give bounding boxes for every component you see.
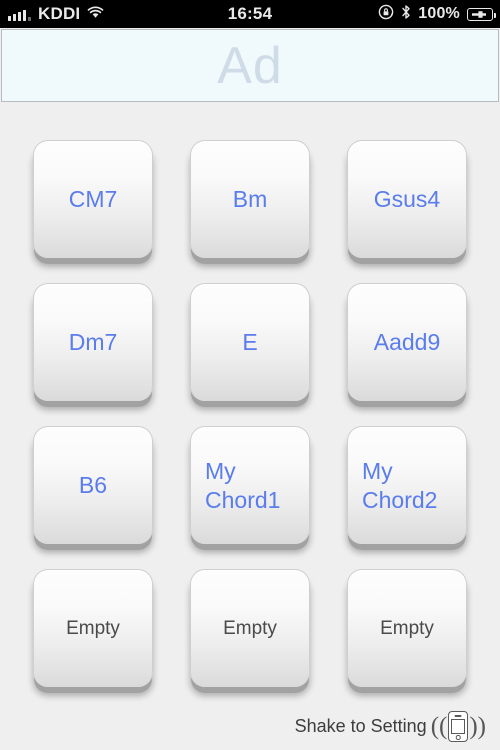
chord-button[interactable]: Aadd9 (347, 283, 467, 401)
ad-banner-label: Ad (217, 36, 283, 95)
chord-button-label: Empty (380, 617, 434, 639)
battery-charging-icon (467, 7, 496, 21)
chord-button[interactable]: CM7 (33, 140, 153, 258)
chord-button-empty[interactable]: Empty (33, 569, 153, 687)
chord-button-label: Empty (66, 617, 120, 639)
phone-home-button-icon (456, 735, 461, 740)
shake-wave-left: (( (430, 713, 448, 740)
chord-button-grid: CM7 Bm Gsus4 Dm7 E Aadd9 B6 My Chord1 My Chord2 E… (33, 140, 467, 687)
chord-button[interactable]: B6 (33, 426, 153, 544)
chord-button[interactable]: Bm (190, 140, 310, 258)
phone-screen-icon (451, 718, 466, 734)
rotation-lock-icon (378, 4, 394, 25)
chord-button-label: Dm7 (68, 329, 118, 356)
chord-button-label: Bm (232, 186, 268, 213)
chord-button-label: Aadd9 (373, 329, 441, 356)
shaking-phone-icon: (( )) (431, 711, 486, 742)
chord-button-label: E (242, 329, 258, 356)
app-root: KDDI 16:54 100% Ad CM7 Bm Gsus4 Dm7 E Aa… (0, 0, 500, 750)
chord-button[interactable]: My Chord2 (347, 426, 467, 544)
chord-button[interactable]: E (190, 283, 310, 401)
chord-button[interactable]: My Chord1 (190, 426, 310, 544)
battery-percent-label: 100% (418, 5, 460, 22)
ad-banner[interactable]: Ad (1, 29, 499, 102)
status-bar: KDDI 16:54 100% (0, 0, 500, 28)
chord-button-label: Gsus4 (373, 186, 441, 213)
phone-speaker-icon (454, 715, 462, 717)
chord-button-empty[interactable]: Empty (190, 569, 310, 687)
chord-button[interactable]: Gsus4 (347, 140, 467, 258)
phone-body-icon (448, 711, 469, 742)
chord-button-label: Empty (223, 617, 277, 639)
footer-hint: Shake to Setting (( )) (0, 711, 500, 742)
chord-button-empty[interactable]: Empty (347, 569, 467, 687)
chord-button-label: B6 (78, 472, 108, 499)
chord-button[interactable]: Dm7 (33, 283, 153, 401)
status-bar-right: 100% (378, 4, 496, 25)
bluetooth-icon (401, 4, 411, 25)
shake-wave-right: )) (469, 713, 486, 740)
chord-button-label: CM7 (68, 186, 118, 213)
chord-button-label: My Chord2 (362, 458, 438, 513)
shake-hint-label: Shake to Setting (294, 716, 427, 736)
chord-button-label: My Chord1 (205, 458, 281, 513)
